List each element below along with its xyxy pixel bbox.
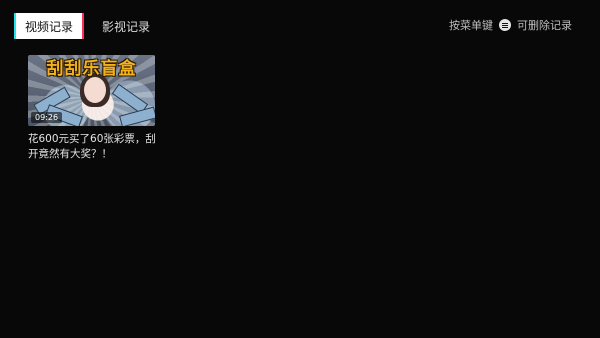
history-page: 视频记录 影视记录 按菜单键 可删除记录 刮刮乐盲盒 09:26 花600元买了… xyxy=(0,0,600,338)
video-duration: 09:26 xyxy=(31,112,63,123)
menu-icon xyxy=(499,19,511,31)
history-video-card[interactable]: 刮刮乐盲盒 09:26 花600元买了60张彩票，刮开竟然有大奖？！ xyxy=(28,55,156,162)
tab-film-history[interactable]: 影视记录 xyxy=(102,18,150,35)
thumbnail-banner-text: 刮刮乐盲盒 xyxy=(46,58,137,79)
tab-video-history[interactable]: 视频记录 xyxy=(14,13,84,39)
thumbnail-person-face xyxy=(84,77,106,103)
delete-hint-suffix: 可删除记录 xyxy=(517,19,572,32)
history-tabs: 视频记录 影视记录 xyxy=(14,13,150,39)
delete-hint: 按菜单键 可删除记录 xyxy=(449,17,572,33)
video-title: 花600元买了60张彩票，刮开竟然有大奖？！ xyxy=(28,133,156,160)
tab-video-history-label: 视频记录 xyxy=(16,13,82,39)
video-thumbnail: 刮刮乐盲盒 09:26 xyxy=(28,55,155,126)
delete-hint-prefix: 按菜单键 xyxy=(449,19,493,32)
